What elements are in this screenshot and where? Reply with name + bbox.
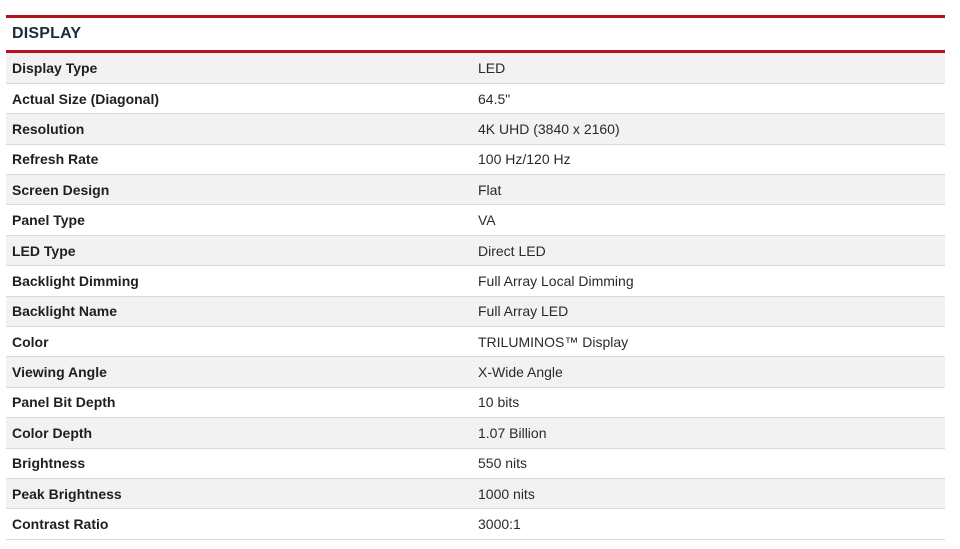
- spec-label: Brightness: [6, 448, 472, 479]
- section-title: DISPLAY: [12, 25, 82, 42]
- spec-row: Contrast Ratio 3000:1: [6, 508, 945, 540]
- spec-row: Backlight Name Full Array LED: [6, 296, 945, 328]
- spec-table-body: Display Type LED Actual Size (Diagonal) 64.…: [6, 53, 945, 540]
- spec-row: Refresh Rate 100 Hz/120 Hz: [6, 144, 945, 176]
- spec-row: LED Type Direct LED: [6, 235, 945, 267]
- spec-label: LED Type: [6, 235, 472, 267]
- spec-label: Actual Size (Diagonal): [6, 83, 472, 115]
- spec-value: LED: [472, 53, 945, 84]
- spec-value: 550 nits: [472, 448, 945, 479]
- spec-row: Viewing Angle X-Wide Angle: [6, 356, 945, 388]
- spec-row: Peak Brightness 1000 nits: [6, 478, 945, 510]
- spec-row: Brightness 550 nits: [6, 448, 945, 479]
- spec-row: Backlight Dimming Full Array Local Dimmin…: [6, 265, 945, 297]
- spec-label: Screen Design: [6, 174, 472, 206]
- spec-value: 100 Hz/120 Hz: [472, 144, 945, 176]
- spec-label: Backlight Name: [6, 296, 472, 328]
- spec-value: Direct LED: [472, 235, 945, 267]
- spec-label: Peak Brightness: [6, 478, 472, 510]
- spec-row: Resolution 4K UHD (3840 x 2160): [6, 113, 945, 145]
- spec-label: Color Depth: [6, 417, 472, 449]
- spec-value: 3000:1: [472, 508, 945, 540]
- spec-row: Panel Bit Depth 10 bits: [6, 387, 945, 419]
- spec-value: VA: [472, 204, 945, 236]
- spec-value: 64.5": [472, 83, 945, 115]
- spec-value: Full Array Local Dimming: [472, 265, 945, 297]
- section-header: DISPLAY: [6, 15, 945, 53]
- spec-label: Resolution: [6, 113, 472, 145]
- spec-row: Color Depth 1.07 Billion: [6, 417, 945, 449]
- spec-value: 10 bits: [472, 387, 945, 419]
- spec-value: 1.07 Billion: [472, 417, 945, 449]
- spec-label: Color: [6, 326, 472, 358]
- spec-label: Viewing Angle: [6, 356, 472, 388]
- spec-table: Display Type LED Actual Size (Diagonal) 64.…: [6, 53, 945, 540]
- spec-label: Refresh Rate: [6, 144, 472, 176]
- spec-label: Panel Bit Depth: [6, 387, 472, 419]
- spec-row: Color TRILUMINOS™ Display: [6, 326, 945, 358]
- spec-row: Actual Size (Diagonal) 64.5": [6, 83, 945, 115]
- spec-value: 1000 nits: [472, 478, 945, 510]
- spec-label: Backlight Dimming: [6, 265, 472, 297]
- spec-value: Flat: [472, 174, 945, 206]
- spec-value: 4K UHD (3840 x 2160): [472, 113, 945, 145]
- spec-value: TRILUMINOS™ Display: [472, 326, 945, 358]
- spec-section-display: DISPLAY Display Type LED Actual Size (Diag…: [6, 15, 945, 540]
- spec-row: Panel Type VA: [6, 204, 945, 236]
- spec-label: Panel Type: [6, 204, 472, 236]
- spec-label: Display Type: [6, 53, 472, 84]
- spec-value: X-Wide Angle: [472, 356, 945, 388]
- spec-value: Full Array LED: [472, 296, 945, 328]
- spec-row: Display Type LED: [6, 53, 945, 84]
- spec-label: Contrast Ratio: [6, 508, 472, 540]
- spec-row: Screen Design Flat: [6, 174, 945, 206]
